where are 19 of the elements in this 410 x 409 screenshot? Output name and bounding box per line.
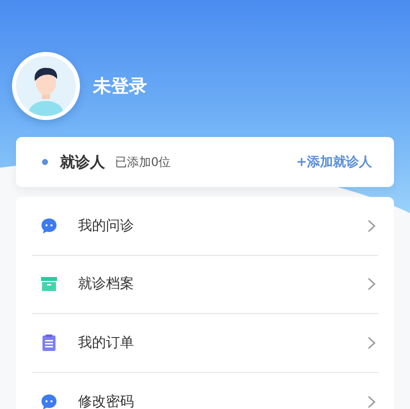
chevron-right-icon: [367, 336, 376, 350]
menu-item[interactable]: 就诊档案: [32, 256, 378, 314]
chevron-right-icon: [367, 277, 376, 292]
archive-box-icon: [40, 275, 58, 294]
menu-label: 我的问诊: [78, 218, 135, 233]
menu-label: 我的订单: [78, 336, 135, 350]
menu-item[interactable]: 修改密码: [32, 372, 378, 409]
bullet-icon: [42, 159, 48, 165]
menu-item[interactable]: 我的问诊: [32, 197, 378, 256]
person-silhouette-icon: [16, 56, 76, 116]
patient-count: 已添加0位: [115, 154, 172, 170]
menu-item[interactable]: 我的订单: [32, 314, 378, 372]
menu-label: 修改密码: [78, 394, 135, 409]
patient-label: 就诊人: [60, 152, 105, 172]
chevron-right-icon: [367, 218, 376, 233]
chat-bubble-icon: [40, 216, 58, 235]
clipboard-icon: [40, 334, 58, 352]
chevron-right-icon: [367, 394, 376, 409]
menu-label: 就诊档案: [78, 277, 135, 292]
